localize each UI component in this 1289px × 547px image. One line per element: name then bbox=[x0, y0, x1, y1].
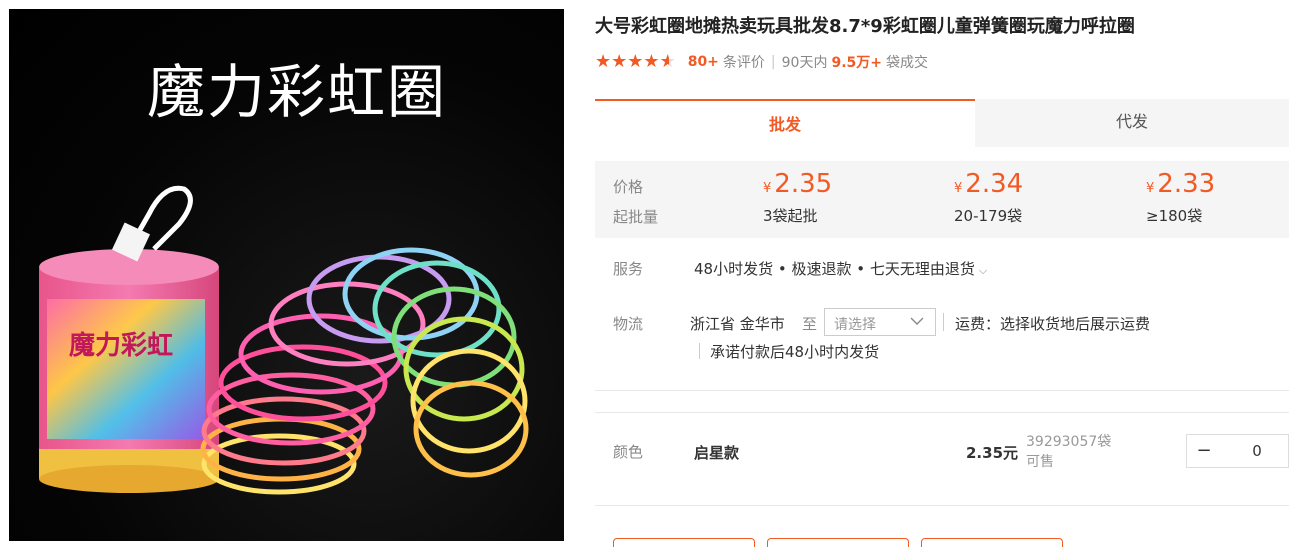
product-meta: ★ ★ ★ ★ ★ 80+ 条评价 | 90天内 9.5万+ 袋成交 bbox=[595, 52, 928, 72]
sku-price: 2.35元 bbox=[966, 444, 1019, 462]
service-info[interactable]: 48小时发货 • 极速退款 • 七天无理由退货 ⌵ bbox=[694, 258, 987, 279]
divider: | bbox=[770, 54, 776, 70]
half-star-icon: ★ bbox=[659, 51, 676, 72]
sku-stock: 39293057袋可售 bbox=[1026, 434, 1112, 470]
review-label[interactable]: 条评价 bbox=[723, 52, 765, 72]
ship-to-label: 至 bbox=[802, 315, 818, 333]
divider bbox=[595, 505, 1289, 506]
shipping-promise: 承诺付款后48小时内发货 bbox=[710, 343, 880, 361]
currency-symbol: ¥ bbox=[1146, 181, 1155, 196]
purchase-tabs: 批发 代发 bbox=[595, 99, 1289, 149]
star-icon: ★ bbox=[643, 51, 660, 72]
sales-count: 9.5万+ bbox=[831, 55, 882, 71]
product-title: 大号彩虹圈地摊热卖玩具批发8.7*9彩虹圈儿童弹簧圈玩魔力呼拉圈 bbox=[595, 16, 1135, 37]
service-label: 服务 bbox=[613, 260, 644, 278]
tier-quantity: ≥180袋 bbox=[1146, 207, 1203, 225]
quantity-input[interactable]: 0 bbox=[1227, 435, 1287, 467]
logistics-label: 物流 bbox=[613, 315, 644, 333]
action-button[interactable] bbox=[767, 538, 909, 547]
currency-symbol: ¥ bbox=[763, 181, 772, 196]
price-label: 价格 bbox=[613, 178, 644, 196]
chevron-down-icon bbox=[910, 317, 924, 325]
divider bbox=[943, 313, 944, 331]
slinky bbox=[200, 247, 529, 495]
divider bbox=[595, 412, 1289, 413]
tier-price: ¥2.35 bbox=[763, 169, 832, 199]
sales-prefix: 90天内 bbox=[781, 55, 828, 71]
tab-wholesale[interactable]: 批发 bbox=[595, 99, 975, 149]
sku-color-label: 颜色 bbox=[613, 443, 644, 461]
sku-name: 启星款 bbox=[694, 444, 740, 462]
action-button[interactable] bbox=[613, 538, 755, 547]
tier-quantity: 20-179袋 bbox=[954, 207, 1023, 225]
star-icon: ★ bbox=[611, 51, 628, 72]
rating-stars: ★ ★ ★ ★ ★ bbox=[595, 53, 676, 71]
destination-select[interactable]: 请选择 bbox=[824, 308, 936, 336]
select-placeholder: 请选择 bbox=[834, 317, 876, 333]
tier-price: ¥2.34 bbox=[954, 169, 1023, 199]
image-title: 魔力彩虹圈 bbox=[146, 58, 447, 126]
divider bbox=[699, 343, 700, 359]
decrement-button[interactable]: − bbox=[1187, 435, 1221, 467]
tier-price-value: 2.34 bbox=[965, 169, 1024, 199]
tier-price-value: 2.35 bbox=[774, 169, 833, 199]
divider bbox=[595, 390, 1289, 391]
quantity-stepper: − 0 bbox=[1186, 434, 1289, 468]
package-can: 魔力彩虹 bbox=[39, 185, 219, 493]
action-button[interactable] bbox=[921, 538, 1063, 547]
ship-from: 浙江省 金华市 bbox=[690, 315, 785, 333]
price-box: 价格 起批量 ¥2.35 3袋起批 ¥2.34 20-179袋 ¥2.33 ≥1… bbox=[595, 161, 1289, 238]
moq-label: 起批量 bbox=[613, 208, 659, 226]
currency-symbol: ¥ bbox=[954, 181, 963, 196]
tier-quantity: 3袋起批 bbox=[763, 207, 818, 225]
freight-info: 运费：选择收货地后展示运费 bbox=[955, 315, 1151, 333]
product-image[interactable]: 魔力彩虹 魔力彩虹圈 bbox=[9, 9, 564, 541]
chevron-down-icon: ⌵ bbox=[978, 264, 988, 277]
star-icon: ★ bbox=[627, 51, 644, 72]
tier-price-value: 2.33 bbox=[1157, 169, 1216, 199]
review-count[interactable]: 80+ bbox=[688, 54, 719, 70]
sales-suffix: 袋成交 bbox=[886, 55, 928, 71]
product-info-panel: 大号彩虹圈地摊热卖玩具批发8.7*9彩虹圈儿童弹簧圈玩魔力呼拉圈 ★ ★ ★ ★… bbox=[595, 0, 1289, 547]
svg-text:魔力彩虹: 魔力彩虹 bbox=[69, 331, 173, 361]
tier-price: ¥2.33 bbox=[1146, 169, 1215, 199]
service-text: 48小时发货 • 极速退款 • 七天无理由退货 bbox=[694, 260, 975, 278]
tab-dropship[interactable]: 代发 bbox=[975, 99, 1289, 147]
star-icon: ★ bbox=[595, 51, 612, 72]
